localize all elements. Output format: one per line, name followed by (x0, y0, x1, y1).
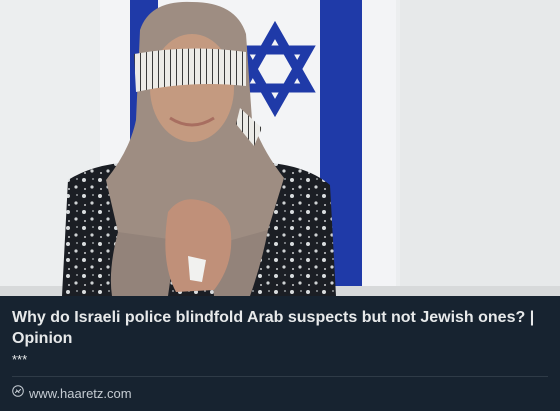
description: *** (12, 352, 28, 367)
article-image[interactable] (0, 0, 560, 296)
link-preview-card[interactable]: Why do Israeli police blindfold Arab sus… (0, 0, 560, 411)
article-photo (0, 0, 560, 296)
headline[interactable]: Why do Israeli police blindfold Arab sus… (12, 307, 552, 349)
divider (12, 376, 548, 377)
source-domain: www.haaretz.com (29, 385, 132, 401)
card-caption: Why do Israeli police blindfold Arab sus… (0, 296, 560, 411)
source-link[interactable]: www.haaretz.com (12, 384, 132, 402)
link-icon (12, 384, 24, 402)
